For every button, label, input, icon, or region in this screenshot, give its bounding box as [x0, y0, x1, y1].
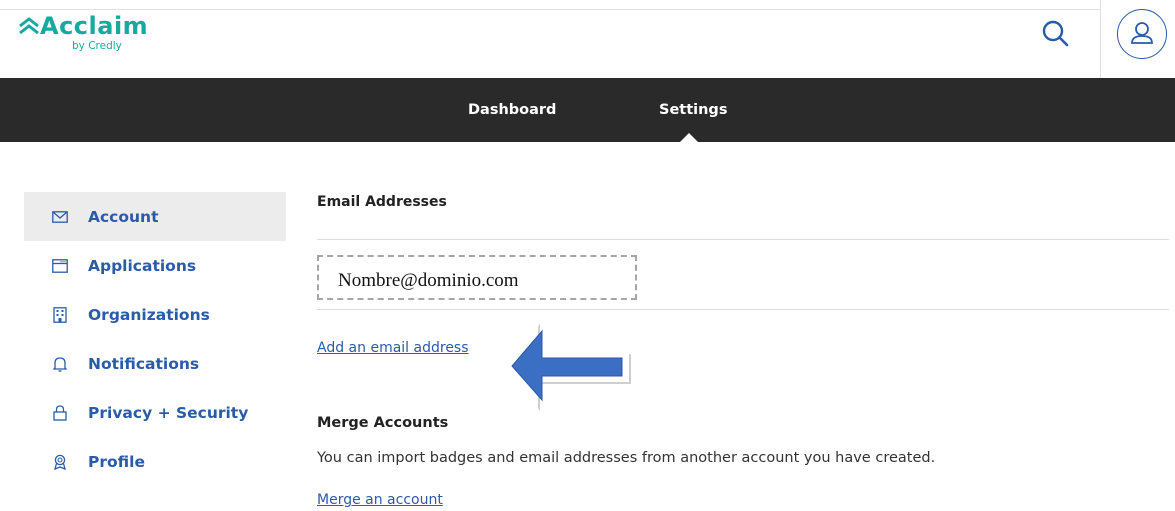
window-icon — [50, 256, 70, 276]
sidebar-item-profile[interactable]: Profile — [24, 437, 286, 486]
sidebar-item-label: Privacy + Security — [88, 403, 249, 422]
sidebar-item-label: Organizations — [88, 305, 210, 324]
logo-chevron-icon — [19, 17, 39, 35]
sidebar-item-label: Applications — [88, 256, 197, 275]
section-divider — [317, 239, 1169, 240]
sidebar-item-organizations[interactable]: Organizations — [24, 290, 286, 339]
email-section-title: Email Addresses — [317, 194, 447, 210]
settings-sidebar: Account Applications Organizations Notif… — [24, 192, 286, 486]
bell-icon — [50, 354, 70, 374]
sidebar-item-label: Account — [88, 207, 159, 226]
badge-icon — [50, 452, 70, 472]
header-divider — [1100, 0, 1101, 78]
building-icon — [50, 305, 70, 325]
sidebar-item-privacy-security[interactable]: Privacy + Security — [24, 388, 286, 437]
sidebar-item-applications[interactable]: Applications — [24, 241, 286, 290]
user-avatar-button[interactable] — [1117, 9, 1167, 59]
lock-icon — [50, 403, 70, 423]
top-header: Acclaim by Credly — [0, 0, 1175, 78]
section-divider — [317, 309, 1169, 310]
merge-account-link[interactable]: Merge an account — [317, 492, 443, 508]
header-top-border — [0, 9, 1100, 10]
envelope-icon — [50, 207, 70, 227]
pointer-arrow-annotation — [504, 322, 631, 411]
search-button[interactable] — [1039, 17, 1073, 51]
add-email-link[interactable]: Add an email address — [317, 340, 469, 356]
sidebar-item-notifications[interactable]: Notifications — [24, 339, 286, 388]
email-address-entry[interactable]: Nombre@dominio.com — [317, 255, 637, 300]
logo-text: Acclaim — [40, 12, 149, 40]
active-tab-indicator — [679, 133, 699, 143]
user-icon — [1131, 22, 1153, 44]
search-icon — [1042, 20, 1069, 47]
main-nav: Dashboard Settings — [0, 78, 1175, 142]
logo-subtitle: by Credly — [72, 40, 122, 52]
merge-section-description: You can import badges and email addresse… — [317, 450, 936, 466]
sidebar-item-label: Notifications — [88, 354, 200, 373]
logo-wordmark: Acclaim — [18, 12, 148, 40]
email-address-value: Nombre@dominio.com — [338, 270, 519, 291]
sidebar-item-label: Profile — [88, 452, 145, 471]
tab-dashboard[interactable]: Dashboard — [468, 78, 556, 142]
merge-section-title: Merge Accounts — [317, 415, 449, 431]
acclaim-logo[interactable]: Acclaim by Credly — [18, 12, 148, 51]
sidebar-item-account[interactable]: Account — [24, 192, 286, 241]
